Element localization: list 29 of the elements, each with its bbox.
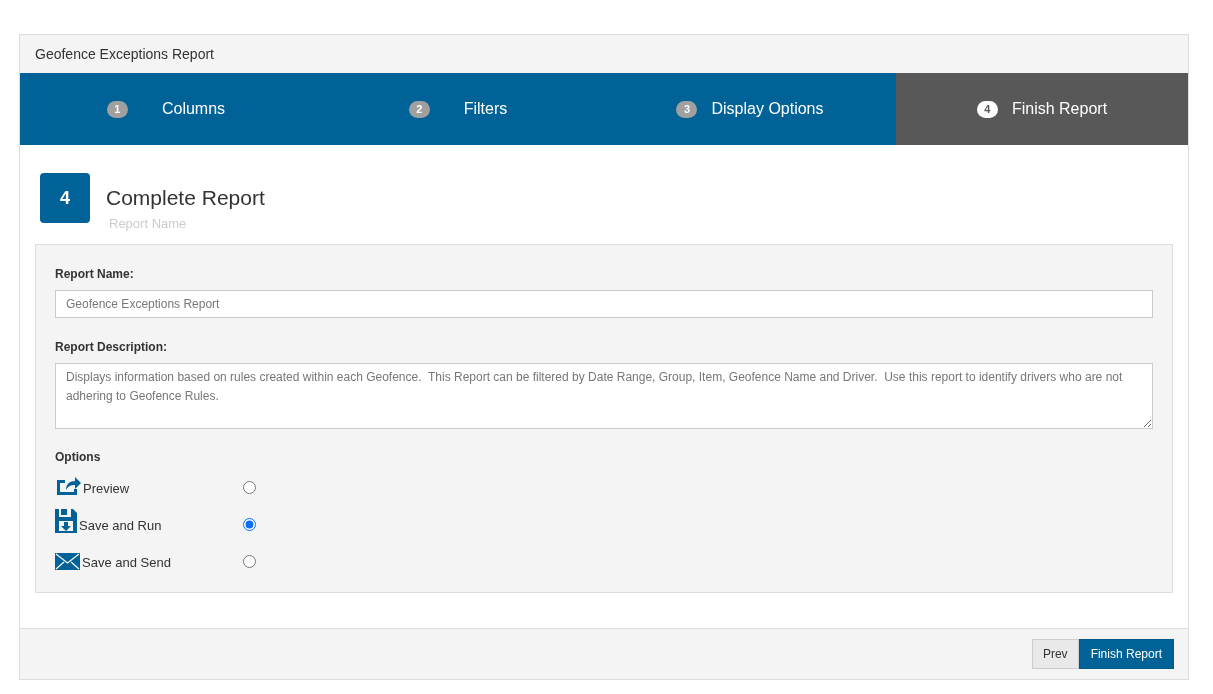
report-description-field[interactable]: Displays information based on rules created within each Geofence. This Report can be filtered by Date Range, Group, Item, Geofence Name and Driver. Use this report to identify drivers who are not adhering to Geofence Rules. bbox=[55, 362, 1153, 429]
prev-button[interactable]: Prev bbox=[1031, 638, 1079, 669]
step-label: Columns bbox=[161, 99, 226, 119]
wizard-step-tab[interactable]: 2 Filters bbox=[312, 73, 604, 145]
step-label: Finish Report bbox=[1011, 99, 1108, 119]
wizard-step-tab[interactable]: 3 Display Options bbox=[604, 73, 896, 145]
step-number-badge: 2 bbox=[408, 100, 430, 118]
wizard-step-tab[interactable]: 4 Finish Report bbox=[896, 73, 1188, 145]
envelope-icon bbox=[55, 552, 80, 570]
step-label: Display Options bbox=[711, 99, 824, 119]
report-name-field[interactable]: Geofence Exceptions Report bbox=[55, 289, 1153, 318]
finish-report-button[interactable]: Finish Report bbox=[1078, 638, 1174, 669]
wizard-step-tab[interactable]: 1 Columns bbox=[20, 73, 312, 145]
step-number-badge: 3 bbox=[676, 100, 698, 118]
panel-header: Geofence Exceptions Report bbox=[20, 35, 1188, 73]
option-radio[interactable] bbox=[243, 554, 256, 568]
step-number-square: 4 bbox=[40, 173, 90, 223]
field-label: Report Description: bbox=[55, 338, 168, 356]
options-label: Options bbox=[55, 448, 102, 466]
option-label: Preview bbox=[83, 481, 130, 496]
option-label: Save and Run bbox=[79, 518, 162, 533]
step-number-badge: 4 bbox=[976, 100, 998, 118]
field-label: Report Name: bbox=[55, 265, 135, 283]
option-radio[interactable] bbox=[243, 480, 256, 494]
option-label: Save and Send bbox=[82, 555, 171, 570]
step-label: Filters bbox=[463, 99, 508, 119]
section-title: Complete Report bbox=[106, 185, 265, 211]
option-radio[interactable] bbox=[243, 517, 256, 531]
step-number-badge: 1 bbox=[106, 100, 128, 118]
